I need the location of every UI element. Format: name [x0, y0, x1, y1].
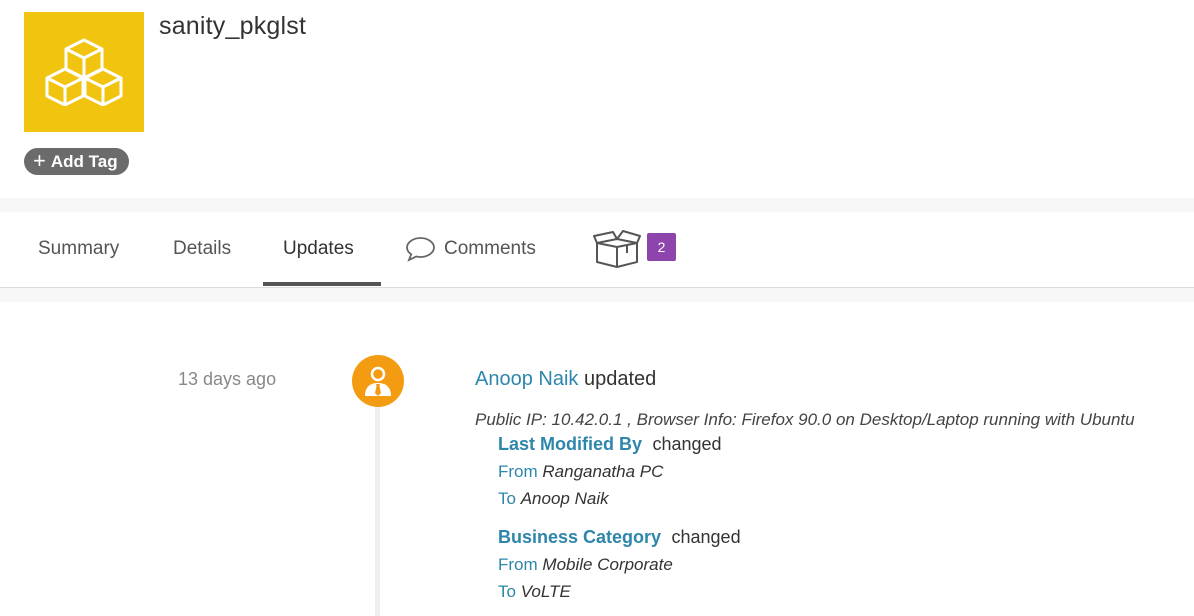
- tab-summary[interactable]: Summary: [38, 212, 119, 286]
- tab-comments[interactable]: Comments: [405, 212, 536, 286]
- package-header: sanity_pkglst + Add Tag: [0, 0, 1194, 198]
- user-icon: [365, 366, 391, 396]
- comment-icon: [406, 237, 435, 262]
- to-value: VoLTE: [520, 582, 571, 601]
- from-value: Ranganatha PC: [542, 462, 664, 481]
- update-timestamp: 13 days ago: [178, 369, 277, 389]
- package-logo: [24, 12, 144, 132]
- change-field: Business Category: [498, 527, 662, 547]
- add-tag-label: Add Tag: [50, 151, 118, 171]
- updates-timeline: 13 days ago Anoop Naik updated Public IP…: [0, 302, 1194, 616]
- change-from: From Mobile Corporate: [498, 555, 741, 575]
- to-label: To: [498, 489, 516, 508]
- tab-details[interactable]: Details: [173, 212, 231, 286]
- change-to: To VoLTE: [498, 582, 741, 602]
- gift-box-icon: [593, 230, 641, 268]
- update-heading: Anoop Naik updated: [475, 368, 656, 391]
- from-label: From: [498, 555, 538, 574]
- tab-label: Updates: [283, 238, 354, 259]
- active-tab-indicator: [263, 282, 381, 286]
- package-title: sanity_pkglst: [159, 12, 307, 40]
- change-entry: Business Category changed From Mobile Co…: [498, 527, 741, 602]
- from-value: Mobile Corporate: [542, 555, 673, 574]
- tab-updates[interactable]: Updates: [283, 212, 354, 286]
- tab-label: Details: [173, 238, 232, 259]
- user-link[interactable]: Anoop Naik: [475, 368, 578, 390]
- boxes-icon: [45, 38, 123, 106]
- change-field: Last Modified By: [498, 434, 643, 454]
- tab-label: Summary: [38, 238, 120, 259]
- change-to: To Anoop Naik: [498, 489, 722, 509]
- user-avatar: [352, 355, 404, 407]
- change-from: From Ranganatha PC: [498, 462, 722, 482]
- update-meta: Public IP: 10.42.0.1 , Browser Info: Fir…: [475, 410, 1135, 429]
- to-value: Anoop Naik: [520, 489, 609, 508]
- tab-label: Comments: [444, 238, 536, 259]
- timeline-line: [375, 402, 380, 616]
- change-verb: changed: [671, 527, 741, 547]
- update-action: updated: [583, 368, 657, 390]
- plus-icon: +: [33, 147, 46, 173]
- tab-bar: Summary Details Updates Comments 2: [0, 212, 1194, 288]
- change-entry: Last Modified By changed From Ranganatha…: [498, 434, 722, 509]
- to-label: To: [498, 582, 516, 601]
- count-badge: 2: [647, 233, 676, 261]
- add-tag-button[interactable]: + Add Tag: [24, 148, 129, 175]
- from-label: From: [498, 462, 538, 481]
- tab-gift-box[interactable]: 2: [593, 212, 676, 286]
- change-verb: changed: [652, 434, 722, 454]
